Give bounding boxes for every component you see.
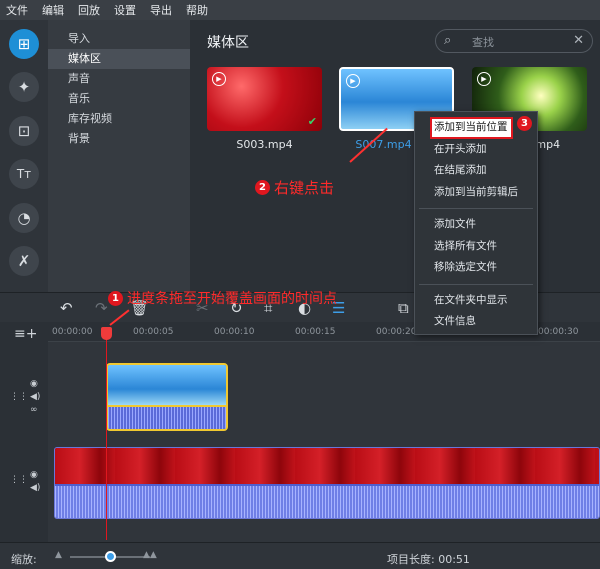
clear-icon[interactable]: ✕ bbox=[573, 33, 584, 48]
playhead-handle[interactable] bbox=[101, 327, 112, 340]
zoom-slider-handle[interactable] bbox=[105, 551, 116, 562]
category-import[interactable]: 导入 bbox=[48, 29, 190, 49]
zoom-label: 缩放: bbox=[11, 553, 37, 566]
category-stock-video[interactable]: 库存视频 bbox=[48, 109, 190, 129]
magic-wand-icon[interactable]: ✦ bbox=[9, 72, 39, 102]
annotation-badge-1: 1 bbox=[108, 290, 123, 306]
media-title: 媒体区 bbox=[207, 35, 249, 51]
menu-playback[interactable]: 回放 bbox=[78, 2, 100, 18]
overlay-clip-video bbox=[108, 365, 226, 405]
menu-item-add-at-start[interactable]: 在开头添加 bbox=[415, 139, 537, 161]
annotation-progress: 1 进度条拖至开始覆盖画面的时间点 bbox=[108, 288, 337, 308]
menu-item-file-info[interactable]: 文件信息 bbox=[415, 311, 537, 333]
main-clip-audio-waveform bbox=[55, 486, 599, 518]
transition-icon[interactable]: ⊡ bbox=[9, 116, 39, 146]
project-duration: 项目长度: 00:51 bbox=[387, 551, 470, 567]
overlay-clip[interactable] bbox=[106, 363, 228, 431]
menu-export[interactable]: 导出 bbox=[150, 2, 172, 18]
check-icon: ✔ bbox=[307, 115, 317, 128]
import-icon[interactable]: ⊞ bbox=[9, 29, 39, 59]
category-sound[interactable]: 声音 bbox=[48, 69, 190, 89]
menu-separator bbox=[419, 208, 533, 209]
video-editor-window: 文件 编辑 回放 设置 导出 帮助 ⊞ ✦ ⊡ Tт ◔ ✗ 导入 媒体区 声音… bbox=[0, 0, 600, 569]
search-placeholder[interactable]: 查找 bbox=[472, 34, 494, 50]
ruler-tick: 00:00:10 bbox=[214, 327, 255, 337]
menu-separator bbox=[419, 283, 533, 285]
media-label-s003: S003.mp4 bbox=[236, 138, 293, 151]
undo-icon[interactable]: ↶ bbox=[60, 299, 73, 317]
menu-edit[interactable]: 编辑 bbox=[42, 2, 64, 18]
main-clip-video bbox=[55, 448, 599, 486]
search-icon: ⌕ bbox=[444, 33, 452, 48]
category-music[interactable]: 音乐 bbox=[48, 89, 190, 109]
menu-item-add-at-end[interactable]: 在结尾添加 bbox=[415, 160, 537, 182]
category-list: 导入 媒体区 声音 音乐 库存视频 背景 bbox=[48, 20, 190, 292]
context-menu: 添加到当前位置 在开头添加 在结尾添加 添加到当前剪辑后 添加文件 选择所有文件… bbox=[414, 111, 538, 335]
play-icon[interactable]: ▶ bbox=[346, 74, 360, 88]
track-headers: ◉ ◀) ∞ ⋮⋮ ◉ ◀) ⋮⋮ bbox=[0, 342, 48, 542]
play-icon[interactable]: ▶ bbox=[477, 72, 491, 86]
annotation-right-click-text: 右键点击 bbox=[274, 179, 335, 197]
menu-file[interactable]: 文件 bbox=[6, 2, 28, 18]
volume-icon[interactable]: ◀) bbox=[30, 483, 40, 493]
menu-item-add-file[interactable]: 添加文件 bbox=[415, 214, 537, 236]
menu-settings[interactable]: 设置 bbox=[114, 2, 136, 18]
annotation-progress-text: 进度条拖至开始覆盖画面的时间点 bbox=[127, 291, 337, 307]
status-bar: 缩放: ▲ ▲▲ 项目长度: 00:51 bbox=[0, 542, 600, 569]
menu-help[interactable]: 帮助 bbox=[186, 2, 208, 18]
duration-label: 项目长度: bbox=[387, 553, 435, 566]
menu-item-remove-selected[interactable]: 移除选定文件 bbox=[415, 257, 537, 279]
ruler-tick: 00:00:30 bbox=[538, 327, 579, 337]
search-box[interactable]: ⌕ 查找 ✕ bbox=[435, 29, 593, 53]
filter-icon[interactable]: ◔ bbox=[9, 203, 39, 233]
menu-item-select-all[interactable]: 选择所有文件 bbox=[415, 236, 537, 258]
volume-icon[interactable]: ◀) bbox=[30, 392, 40, 402]
menu-item-add-after-clip[interactable]: 添加到当前剪辑后 bbox=[415, 182, 537, 204]
annotation-right-click: 2 右键点击 bbox=[255, 177, 334, 198]
ruler-tick: 00:00:15 bbox=[295, 327, 336, 337]
overlay-clip-audio-waveform bbox=[108, 405, 226, 429]
category-media[interactable]: 媒体区 bbox=[48, 49, 190, 69]
media-thumb-s003[interactable]: ▶ ✔ bbox=[207, 67, 322, 131]
menu-bar: 文件 编辑 回放 设置 导出 帮助 bbox=[0, 0, 600, 20]
tool-rail: ⊞ ✦ ⊡ Tт ◔ ✗ bbox=[0, 20, 48, 292]
drag-handle-icon[interactable]: ⋮⋮ bbox=[10, 475, 28, 485]
tools-icon[interactable]: ✗ bbox=[9, 246, 39, 276]
annotation-badge-3: 3 bbox=[517, 116, 532, 131]
zoom-out-icon[interactable]: ▲ bbox=[55, 550, 62, 560]
duration-value: 00:51 bbox=[438, 553, 470, 566]
text-icon[interactable]: Tт bbox=[9, 159, 39, 189]
eye-icon[interactable]: ◉ bbox=[30, 470, 38, 480]
redo-icon[interactable]: ↷ bbox=[95, 299, 108, 317]
main-clip[interactable] bbox=[54, 447, 600, 519]
ruler-tick: 00:00:00 bbox=[52, 327, 93, 337]
ruler-tick: 00:00:20 bbox=[376, 327, 417, 337]
menu-item-add-to-current-position[interactable]: 添加到当前位置 bbox=[430, 117, 513, 139]
overlay-icon[interactable]: ⧉ bbox=[398, 299, 409, 317]
ruler-tick: 00:00:05 bbox=[133, 327, 174, 337]
eye-icon[interactable]: ◉ bbox=[30, 379, 38, 389]
drag-handle-icon[interactable]: ⋮⋮ bbox=[10, 392, 28, 402]
menu-item-show-in-folder[interactable]: 在文件夹中显示 bbox=[415, 290, 537, 312]
add-track-icon[interactable]: ≡+ bbox=[14, 326, 37, 342]
playhead-line bbox=[106, 334, 107, 540]
link-icon[interactable]: ∞ bbox=[30, 405, 38, 415]
play-icon[interactable]: ▶ bbox=[212, 72, 226, 86]
category-background[interactable]: 背景 bbox=[48, 129, 190, 149]
annotation-badge-2: 2 bbox=[255, 180, 270, 195]
media-panel: 媒体区 ⌕ 查找 ✕ ▶ ✔ S003.mp4 ▶ S007.mp4 ▶ .mp… bbox=[190, 20, 600, 292]
zoom-in-icon[interactable]: ▲▲ bbox=[143, 550, 157, 560]
